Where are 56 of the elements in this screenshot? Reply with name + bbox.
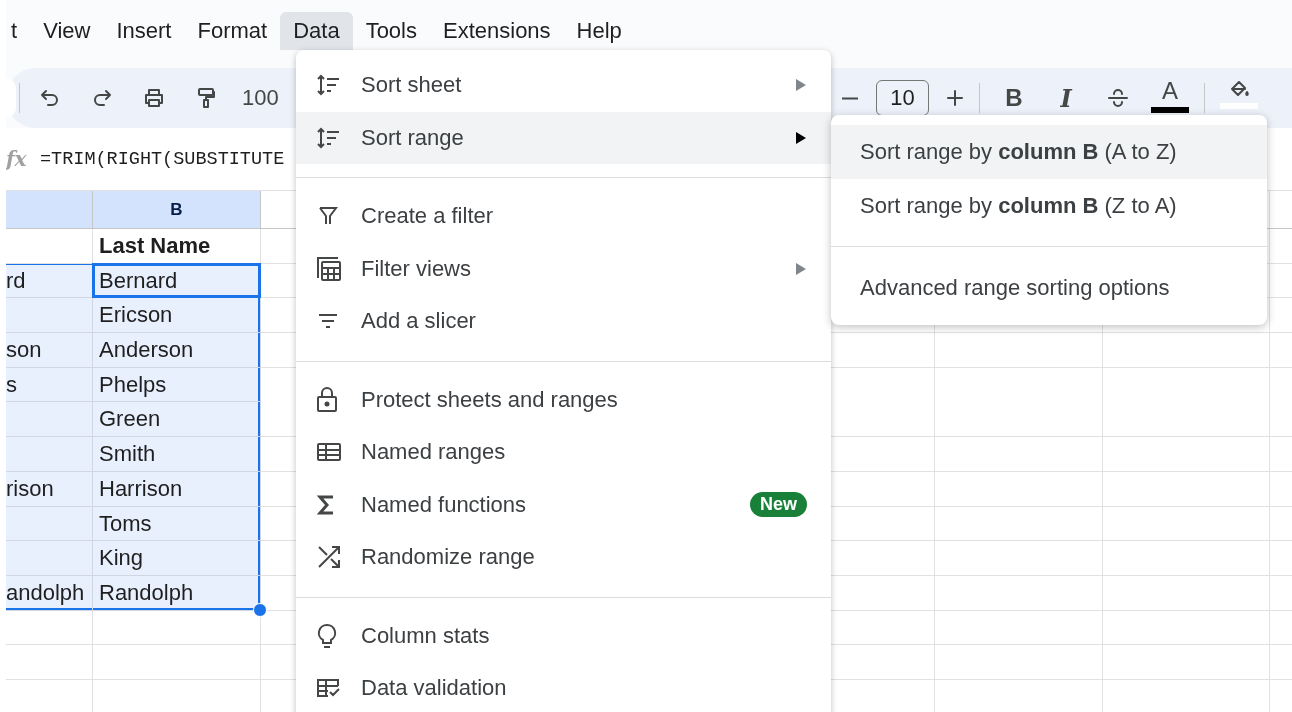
table-cell: Green (93, 402, 261, 438)
menu-tab[interactable]: Format (184, 12, 281, 50)
table-cell: son (6, 333, 93, 368)
table-icon (316, 441, 342, 464)
new-badge: New (750, 492, 807, 518)
print-icon (142, 86, 166, 110)
menu-item[interactable]: Sort sheet (296, 59, 831, 112)
table-cell: rison (6, 471, 93, 507)
menu-tab[interactable]: Data (280, 12, 353, 50)
grid-icon (316, 255, 342, 282)
menu-item[interactable]: Named functions New (296, 478, 831, 531)
text-color-button[interactable]: A (1150, 77, 1190, 115)
menu-tab[interactable]: Insert (103, 12, 185, 50)
table-cell: andolph (6, 575, 93, 611)
table-cell: King (93, 541, 261, 576)
table-cell: rd (6, 263, 93, 299)
menu-item[interactable]: Randomize range (296, 531, 831, 584)
validation-icon (316, 678, 342, 699)
menu-item[interactable]: Protect sheets and ranges (296, 373, 831, 426)
bold-button[interactable]: B (994, 78, 1034, 118)
sort-icon (316, 73, 342, 98)
table-cell: s (6, 367, 93, 403)
menu-item[interactable]: Sort range by column B (Z to A) (831, 179, 1267, 233)
table-cell: Toms (93, 506, 261, 542)
menu-item[interactable]: Sort range (296, 111, 831, 164)
menu-item[interactable]: Create a filter (296, 190, 831, 243)
menu-item[interactable]: Named ranges (296, 426, 831, 479)
menu-tab[interactable]: Tools (352, 12, 430, 50)
table-cell: Harrison (93, 471, 261, 507)
minus-icon (842, 96, 858, 100)
menu-item[interactable]: Add a slicer (296, 295, 831, 348)
menu-tab[interactable]: Help (563, 12, 635, 50)
menu-item[interactable]: Column stats (296, 609, 831, 662)
table-cell: Phelps (93, 367, 261, 403)
menu-tab[interactable]: Extensions (430, 12, 564, 50)
menu-item[interactable]: Data validation (296, 662, 831, 712)
shuffle-icon (316, 544, 342, 571)
italic-button[interactable]: I (1046, 78, 1086, 118)
menu-item[interactable]: Sort range by column B (A to Z) (831, 125, 1267, 179)
table-cell: Anderson (93, 333, 261, 368)
menu-item[interactable]: Advanced range sorting options (831, 261, 1267, 315)
lock-icon (316, 386, 338, 413)
column-header[interactable]: B (93, 191, 261, 229)
table-cell: Bernard (93, 263, 261, 299)
table-cell: Ericson (93, 298, 261, 334)
sort-icon (316, 125, 342, 150)
formula-field[interactable]: =TRIM(RIGHT(SUBSTITUTE (40, 148, 285, 170)
lightbulb-icon (316, 622, 338, 649)
menu-tab[interactable]: t (6, 12, 31, 50)
menu-item[interactable]: Filter views (296, 242, 831, 295)
zoom-field[interactable]: 100 (242, 85, 279, 111)
table-cell-text: Last Name (98, 232, 212, 260)
strikethrough-icon (1106, 86, 1130, 110)
menu-tab[interactable]: View (30, 12, 104, 50)
table-cell: Smith (93, 437, 261, 472)
fill-handle[interactable] (253, 602, 267, 617)
